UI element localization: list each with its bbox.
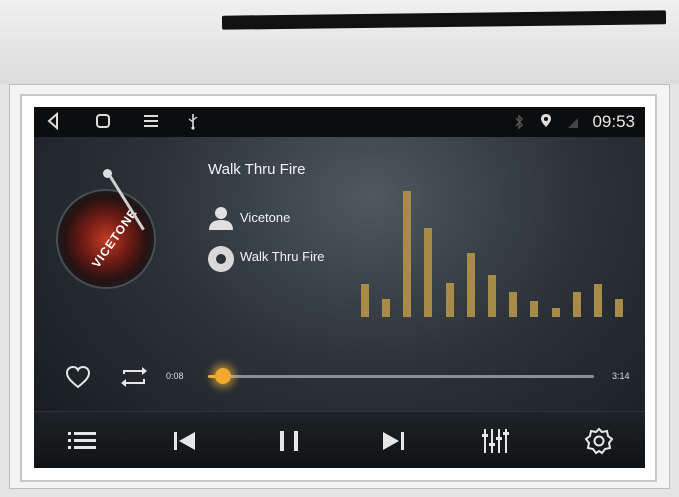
eq-bar: [466, 253, 475, 317]
album-name: Walk Thru Fire: [240, 249, 325, 264]
bluetooth-icon: [514, 113, 524, 131]
bottom-controls: [34, 411, 645, 468]
playlist-icon[interactable]: [66, 426, 98, 456]
heart-icon[interactable]: [64, 364, 92, 390]
person-icon: [208, 205, 234, 231]
eq-bar: [403, 191, 412, 317]
clock: 09:53: [592, 112, 635, 131]
status-bar: 09:53: [34, 107, 645, 137]
disc-icon: [208, 246, 234, 272]
repeat-icon[interactable]: [116, 364, 152, 390]
tonearm-pivot: [103, 169, 112, 178]
menu-icon[interactable]: [142, 111, 160, 131]
eq-bar: [488, 275, 496, 317]
progress-track[interactable]: [208, 375, 594, 378]
album-art: VICETONE: [58, 191, 154, 287]
pause-icon[interactable]: [276, 426, 302, 456]
equalizer-visualizer: [354, 191, 630, 317]
eq-bar: [509, 292, 518, 317]
progress-knob[interactable]: [215, 368, 232, 384]
equalizer-icon[interactable]: [480, 426, 512, 456]
eq-bar: [360, 284, 369, 317]
current-time: 0:08: [166, 371, 184, 381]
eq-bar: [381, 299, 390, 317]
home-icon[interactable]: [94, 111, 112, 131]
usb-icon: [186, 111, 200, 131]
eq-bar: [594, 284, 603, 317]
track-title: Walk Thru Fire: [208, 161, 306, 178]
eq-bar: [445, 283, 454, 317]
previous-icon[interactable]: [172, 426, 198, 456]
music-player-screen: 09:53 VICETONE Walk Thru Fire Vicetone W…: [34, 107, 645, 468]
location-icon: [540, 111, 552, 131]
settings-icon[interactable]: [584, 426, 614, 456]
eq-bar: [424, 228, 433, 317]
eq-bar: [615, 299, 624, 317]
back-icon[interactable]: [46, 111, 60, 131]
eq-bar: [572, 292, 581, 317]
eq-bar: [530, 301, 539, 317]
eq-bar: [551, 308, 560, 317]
artist-name: Vicetone: [240, 210, 291, 225]
signal-icon: [566, 113, 580, 131]
next-icon[interactable]: [380, 426, 406, 456]
total-time: 3:14: [612, 371, 630, 381]
